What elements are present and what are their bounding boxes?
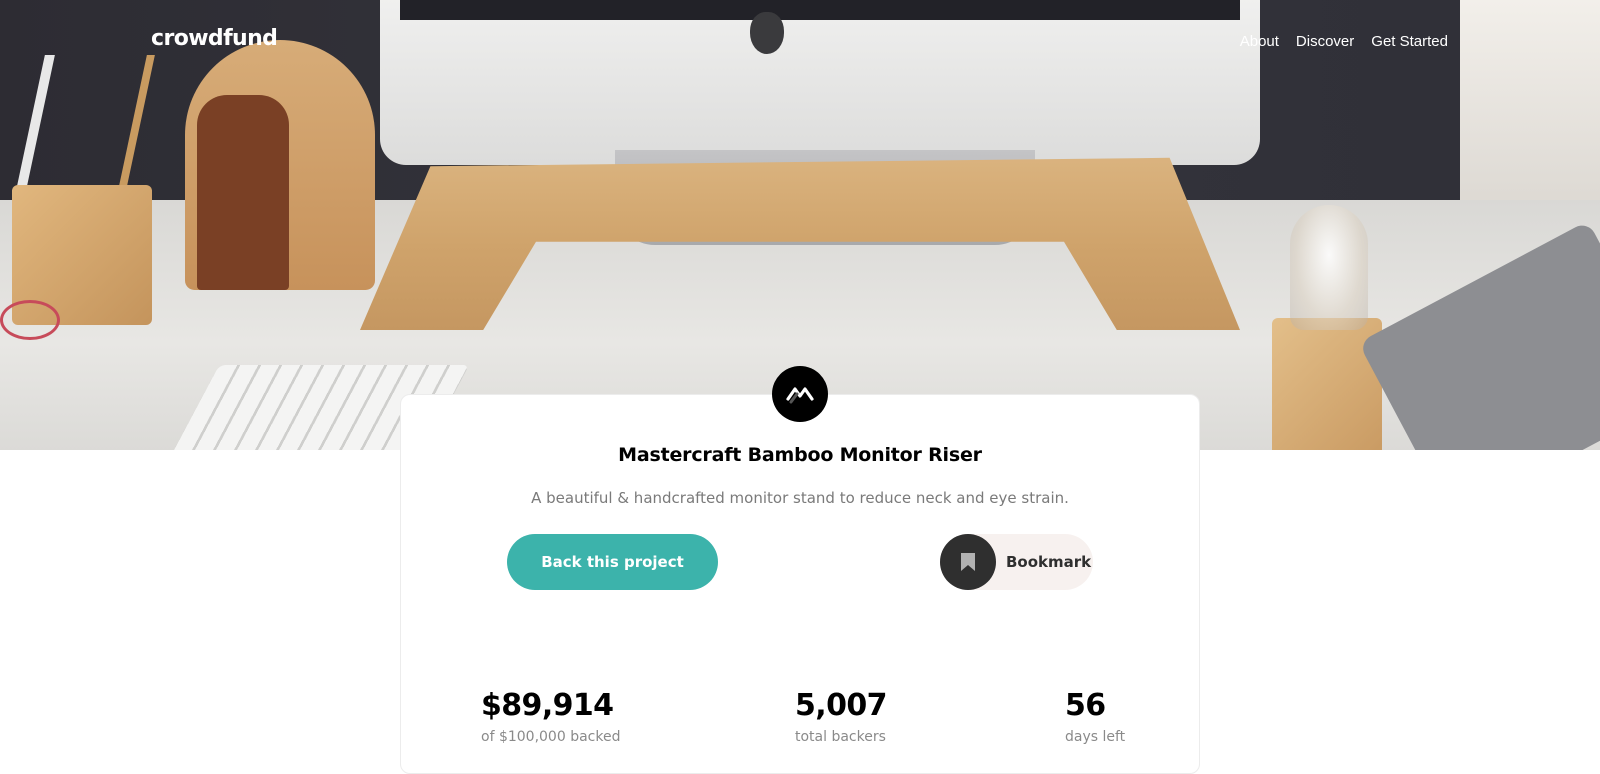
bookmark-glyph [961,553,975,571]
stat-label: total backers [795,729,886,745]
mastercraft-logo-icon [772,366,828,422]
back-project-button[interactable]: Back this project [507,534,718,590]
project-title: Mastercraft Bamboo Monitor Riser [618,444,982,466]
bookmark-label: Bookmark [1006,553,1092,571]
stat-amount-backed: $89,914 of $100,000 backed [481,688,620,745]
nav-about[interactable]: About [1240,33,1279,50]
stat-label: of $100,000 backed [481,729,621,745]
nav-discover[interactable]: Discover [1296,33,1354,50]
hero-paper-clips [0,300,60,340]
hero-lamp-bulb [1290,205,1368,330]
project-description: A beautiful & handcrafted monitor stand … [531,489,1069,507]
bookmark-button[interactable]: Bookmark [940,534,1093,590]
hero-speaker-grill [197,95,289,290]
stat-value: 5,007 [795,688,888,723]
stat-days-left: 56 days left [1065,688,1125,745]
nav-get-started[interactable]: Get Started [1371,33,1448,50]
bookmark-icon [940,534,996,590]
mastercraft-m-glyph [786,387,814,404]
hero-lamp-base [1272,318,1382,450]
stat-label: days left [1065,729,1126,745]
nav-links: About Discover Get Started [1240,33,1448,50]
stat-total-backers: 5,007 total backers [795,688,888,745]
site-logo[interactable]: crowdfund [151,26,278,51]
stat-value: 56 [1065,688,1106,723]
top-navigation: crowdfund About Discover Get Started [0,0,1600,90]
stat-value: $89,914 [481,688,614,723]
